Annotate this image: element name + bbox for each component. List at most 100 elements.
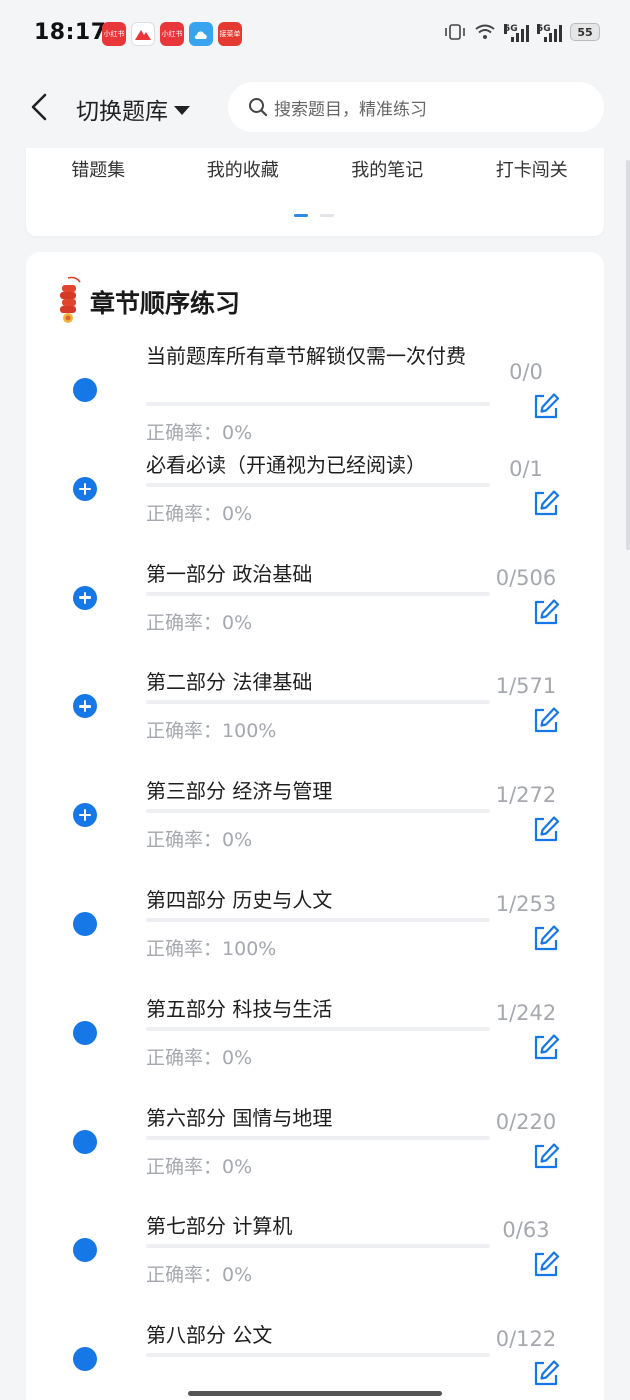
accuracy-label: 正确率：	[146, 1155, 223, 1178]
accuracy-value: 0%	[222, 1046, 253, 1069]
chapter-accuracy: 正确率：0%	[146, 825, 252, 852]
chapter-title: 必看必读（开通视为已经阅读）	[146, 452, 426, 477]
chapter-progress-bar	[146, 402, 490, 406]
edit-practice-icon[interactable]	[532, 706, 560, 734]
switch-question-bank-dropdown[interactable]: 切换题库	[76, 92, 190, 126]
accuracy-value: 100%	[222, 937, 277, 960]
xiaohongshu-app-icon: 小红书	[102, 22, 126, 46]
accuracy-value: 0%	[222, 1264, 253, 1287]
chapter-title: 第三部分 经济与管理	[146, 779, 333, 804]
chapter-title: 第五部分 科技与生活	[146, 996, 333, 1021]
search-icon	[249, 98, 268, 117]
cloud-app-icon	[189, 22, 213, 46]
accuracy-value: 0%	[222, 829, 253, 852]
accuracy-value: 100%	[222, 720, 277, 743]
chapter-item[interactable]: 第八部分 公文 0/122	[26, 1317, 604, 1400]
accuracy-label: 正确率：	[146, 1264, 223, 1287]
expand-plus-icon[interactable]	[73, 803, 97, 828]
accuracy-value: 0%	[222, 422, 253, 444]
chapter-accuracy: 正确率：0%	[146, 1260, 252, 1287]
chapter-progress-bar	[146, 917, 490, 922]
status-dot-icon	[73, 911, 97, 936]
chapter-title: 第八部分 公文	[146, 1323, 273, 1348]
chapter-list: 当前题库所有章节解锁仅需一次付费 正确率：0% 0/0 必看必读（开通视为已经阅读）正…	[26, 338, 604, 1400]
expand-plus-icon[interactable]	[73, 585, 97, 610]
status-dot-icon	[73, 1129, 97, 1154]
quick-link-1[interactable]: 我的收藏	[171, 152, 316, 182]
switch-question-bank-label: 切换题库	[76, 99, 168, 125]
status-dot-icon	[73, 1238, 97, 1263]
chapter-title: 第一部分 政治基础	[146, 561, 313, 586]
home-indicator[interactable]	[188, 1391, 442, 1396]
chapter-progress-count: 0/63	[502, 1218, 550, 1243]
edit-practice-icon[interactable]	[532, 1142, 560, 1170]
chapter-progress-count: 0/220	[495, 1109, 557, 1134]
chapter-accuracy: 正确率：0%	[146, 418, 252, 445]
edit-practice-icon[interactable]	[532, 1250, 560, 1278]
pager-dot	[320, 214, 334, 217]
chapter-progress-bar	[146, 1135, 490, 1140]
search-placeholder: 搜索题目，精准练习	[274, 99, 427, 120]
quick-link-2[interactable]: 我的笔记	[315, 152, 460, 182]
system-status-icons: 5G 5G 55	[444, 22, 600, 42]
chapter-progress-bar	[146, 591, 490, 596]
chapter-item[interactable]: 第七部分 计算机 正确率：0% 0/63	[26, 1208, 604, 1317]
status-time: 18:17	[34, 20, 107, 45]
edit-practice-icon[interactable]	[532, 392, 560, 420]
chapter-item[interactable]: 第四部分 历史与人文 正确率：100% 1/253	[26, 882, 604, 991]
scrollbar[interactable]	[626, 160, 630, 550]
chapter-item[interactable]: 必看必读（开通视为已经阅读） 正确率：0% 0/1	[26, 447, 604, 556]
edit-practice-icon[interactable]	[532, 815, 560, 843]
mountain-app-icon	[131, 22, 155, 46]
chapter-title: 第六部分 国情与地理	[146, 1105, 333, 1130]
chapter-title: 当前题库所有章节解锁仅需一次付费	[146, 344, 466, 368]
accuracy-label: 正确率：	[146, 937, 223, 960]
chapter-progress-count: 0/122	[495, 1327, 557, 1352]
chapter-item[interactable]: 第五部分 科技与生活 正确率：0% 1/242	[26, 991, 604, 1100]
vibrate-icon	[445, 24, 465, 40]
caret-down-icon	[174, 105, 190, 115]
status-bar: 18:17 小红书 小红书 接菜单 5G 5G 55	[0, 0, 630, 68]
chapter-item[interactable]: 第三部分 经济与管理 正确率：0% 1/272	[26, 773, 604, 882]
status-dot-icon	[73, 378, 97, 402]
expand-plus-icon[interactable]	[73, 476, 97, 501]
chapter-title: 第七部分 计算机	[146, 1214, 293, 1239]
chapter-progress-count: 1/571	[495, 674, 557, 699]
chapter-progress-count: 0/506	[495, 565, 557, 590]
quick-link-0[interactable]: 错题集	[26, 152, 171, 182]
status-dot-icon	[73, 1347, 97, 1372]
chapter-item[interactable]: 第一部分 政治基础 正确率：0% 0/506	[26, 556, 604, 665]
search-input[interactable]: 搜索题目，精准练习	[228, 82, 604, 132]
chapter-accuracy: 正确率：0%	[146, 1152, 252, 1179]
back-button[interactable]	[24, 90, 54, 124]
edit-practice-icon[interactable]	[532, 1033, 560, 1061]
chapter-progress-count: 0/0	[509, 360, 543, 384]
chapter-title: 第二部分 法律基础	[146, 670, 313, 695]
accuracy-label: 正确率：	[146, 502, 223, 525]
edit-practice-icon[interactable]	[532, 924, 560, 952]
menu-app-icon: 接菜单	[218, 22, 242, 46]
expand-plus-icon[interactable]	[73, 694, 97, 719]
chapter-progress-count: 1/242	[495, 1000, 557, 1025]
chapter-item[interactable]: 第六部分 国情与地理 正确率：0% 0/220	[26, 1100, 604, 1209]
quick-links: 错题集 我的收藏 我的笔记 打卡闯关	[26, 152, 604, 182]
chapter-progress-bar	[146, 1026, 490, 1031]
edit-practice-icon[interactable]	[532, 598, 560, 626]
header: 切换题库 搜索题目，精准练习	[0, 68, 630, 148]
status-dot-icon	[73, 1020, 97, 1045]
pager-dot	[294, 214, 308, 217]
chapter-section-header: 章节顺序练习	[54, 276, 240, 324]
chapter-accuracy: 正确率：0%	[146, 499, 252, 526]
chapter-progress-count: 1/253	[495, 891, 557, 916]
chapter-item[interactable]: 当前题库所有章节解锁仅需一次付费 正确率：0% 0/0	[26, 338, 604, 447]
accuracy-value: 0%	[222, 611, 253, 634]
edit-practice-icon[interactable]	[532, 1359, 560, 1387]
chapter-item[interactable]: 第二部分 法律基础 正确率：100% 1/571	[26, 664, 604, 773]
chapter-accuracy: 正确率：100%	[146, 716, 276, 743]
chapter-progress-bar	[146, 482, 490, 487]
chapter-practice-card: 章节顺序练习 当前题库所有章节解锁仅需一次付费 正确率：0% 0/0 必看必读（开通视…	[26, 252, 604, 1400]
notification-app-icons: 小红书 小红书 接菜单	[102, 22, 242, 46]
quick-links-card: 错题集 我的收藏 我的笔记 打卡闯关	[26, 148, 604, 236]
edit-practice-icon[interactable]	[532, 489, 560, 517]
quick-link-3[interactable]: 打卡闯关	[460, 152, 605, 182]
